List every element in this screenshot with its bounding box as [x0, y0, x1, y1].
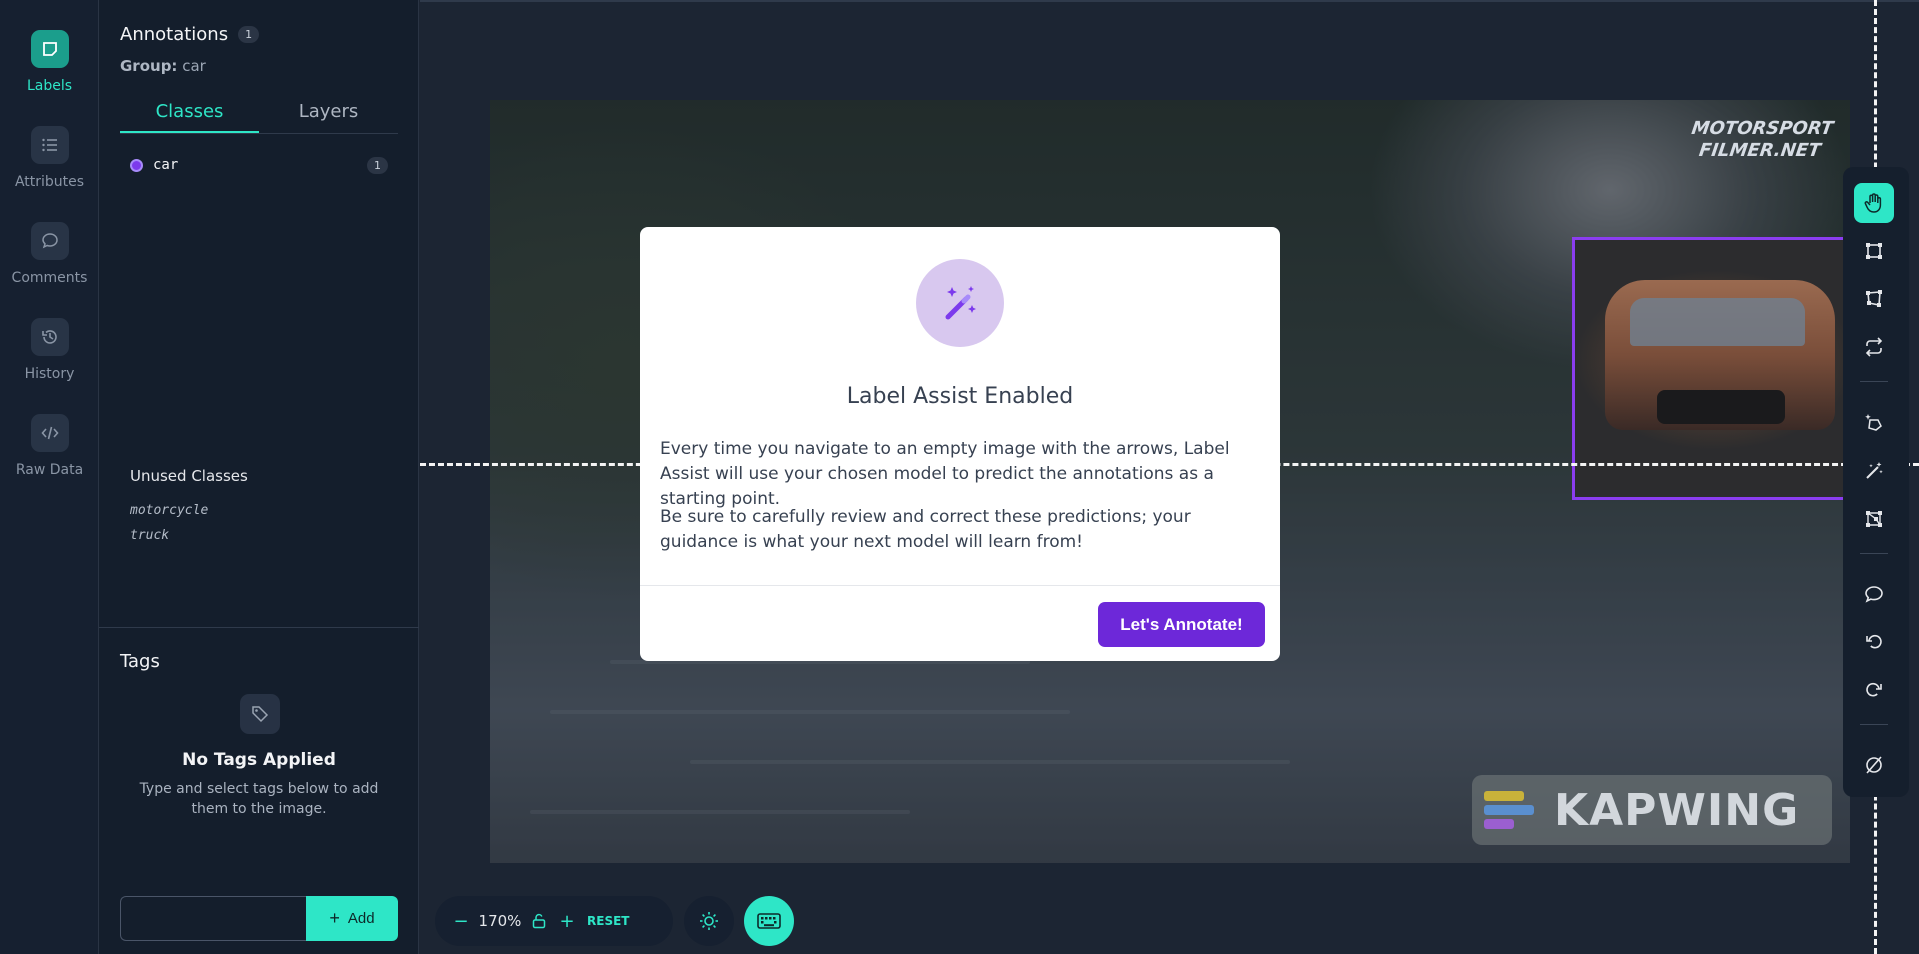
history-icon: [30, 318, 69, 356]
top-border: [420, 0, 1919, 2]
tag-icon: [240, 694, 280, 734]
panel-title: Annotations 1: [120, 24, 260, 45]
convert-icon: [1865, 337, 1883, 357]
toolbar-separator: [1860, 381, 1888, 382]
magic-wand-icon: [1866, 462, 1883, 479]
modal-paragraph-2: Be sure to carefully review and correct …: [660, 507, 1191, 552]
bounding-box-tool[interactable]: [1854, 231, 1894, 271]
rail-item-history[interactable]: History: [0, 318, 99, 382]
panel-divider: [99, 627, 419, 628]
code-icon: [30, 414, 69, 452]
magic-wand-tool[interactable]: [1854, 451, 1894, 491]
hand-icon: [1864, 193, 1882, 213]
class-count-badge: 1: [367, 156, 388, 174]
comment-icon: [1865, 586, 1883, 603]
toolbar-separator: [1860, 724, 1888, 725]
bounding-box-icon: [1866, 243, 1882, 259]
left-rail: Labels Attributes Comments History Raw D…: [0, 0, 99, 954]
lets-annotate-button[interactable]: Let's Annotate!: [1098, 602, 1265, 647]
panel-title-text: Annotations: [120, 24, 229, 45]
zoom-reset-button[interactable]: RESET: [587, 914, 629, 928]
class-row-car[interactable]: car 1: [130, 153, 388, 177]
label-icon: [30, 30, 69, 68]
no-tags-subtitle: Type and select tags below to add them t…: [139, 781, 379, 817]
watermark-motorsport: MOTORSPORT FILMER.NET: [1690, 118, 1835, 161]
zoom-lock-button[interactable]: [525, 913, 553, 929]
group-line: Group: car: [120, 57, 206, 75]
unlock-icon: [532, 913, 546, 929]
add-tag-label: Add: [347, 910, 375, 927]
undo-button[interactable]: [1854, 622, 1894, 662]
modal-paragraph-1: Every time you navigate to an empty imag…: [660, 439, 1230, 509]
brightness-button[interactable]: [684, 896, 734, 946]
keypoint-tool[interactable]: [1854, 499, 1894, 539]
polygon-icon: [1866, 290, 1882, 307]
label-assist-modal: Label Assist Enabled Every time you navi…: [640, 227, 1280, 661]
rail-label: History: [24, 366, 75, 382]
tab-layers[interactable]: Layers: [259, 94, 398, 133]
unused-class-item[interactable]: motorcycle: [130, 498, 208, 523]
zoom-out-button[interactable]: −: [447, 911, 475, 932]
list-icon: [30, 126, 69, 164]
rail-label: Labels: [26, 78, 73, 94]
add-tag-button[interactable]: + Add: [306, 896, 398, 941]
kapwing-text: KAPWING: [1554, 784, 1800, 836]
group-label: Group:: [120, 57, 178, 75]
unused-classes-list: motorcycle truck: [130, 498, 208, 548]
zoom-controls: − 170% + RESET: [435, 896, 673, 946]
tag-input[interactable]: [120, 896, 306, 941]
keypoint-icon: [1866, 511, 1882, 527]
kapwing-logo-icon: [1484, 787, 1538, 833]
car-window: [1630, 298, 1805, 346]
convert-tool[interactable]: [1854, 327, 1894, 367]
zoom-level: 170%: [478, 912, 522, 930]
class-name: car: [153, 157, 179, 173]
panel-tabs: Classes Layers: [120, 94, 398, 134]
modal-divider: [640, 585, 1280, 586]
redo-button[interactable]: [1854, 670, 1894, 710]
modal-title: Label Assist Enabled: [846, 384, 1074, 409]
group-value: car: [182, 57, 206, 75]
smart-select-icon: [1865, 414, 1882, 431]
comment-tool[interactable]: [1854, 574, 1894, 614]
rail-item-comments[interactable]: Comments: [0, 222, 99, 286]
annotation-count-badge: 1: [238, 26, 260, 43]
unused-classes-title: Unused Classes: [130, 467, 248, 485]
bounding-box-car[interactable]: [1572, 237, 1850, 500]
rail-label: Raw Data: [15, 462, 84, 478]
keyboard-icon: [757, 913, 781, 929]
zoom-in-button[interactable]: +: [553, 911, 581, 932]
hand-tool[interactable]: [1854, 183, 1894, 223]
smart-select-tool[interactable]: [1854, 403, 1894, 443]
brightness-icon: [700, 912, 718, 930]
tool-toolbar: [1843, 167, 1909, 797]
tab-classes[interactable]: Classes: [120, 94, 259, 133]
car-grille: [1657, 390, 1785, 424]
toolbar-separator: [1860, 553, 1888, 554]
rail-item-attributes[interactable]: Attributes: [0, 126, 99, 190]
unused-class-item[interactable]: truck: [130, 523, 208, 548]
annotations-panel: Annotations 1 Group: car Classes Layers …: [99, 0, 419, 954]
redo-icon: [1866, 682, 1882, 697]
hide-annotations-button[interactable]: [1854, 745, 1894, 785]
polygon-tool[interactable]: [1854, 279, 1894, 319]
rail-item-labels[interactable]: Labels: [0, 30, 99, 94]
rail-label: Attributes: [14, 174, 85, 190]
keyboard-shortcuts-button[interactable]: [744, 896, 794, 946]
no-tags-title: No Tags Applied: [182, 750, 336, 770]
magic-wand-icon: [916, 259, 1004, 347]
plus-icon: +: [329, 908, 340, 928]
rail-label: Comments: [11, 270, 88, 286]
class-color-dot: [130, 158, 143, 172]
tags-title: Tags: [120, 651, 160, 672]
comment-icon: [30, 222, 69, 260]
hide-icon: [1866, 756, 1882, 774]
undo-icon: [1866, 634, 1882, 649]
rail-item-raw-data[interactable]: Raw Data: [0, 414, 99, 478]
watermark-kapwing: KAPWING: [1472, 775, 1832, 845]
